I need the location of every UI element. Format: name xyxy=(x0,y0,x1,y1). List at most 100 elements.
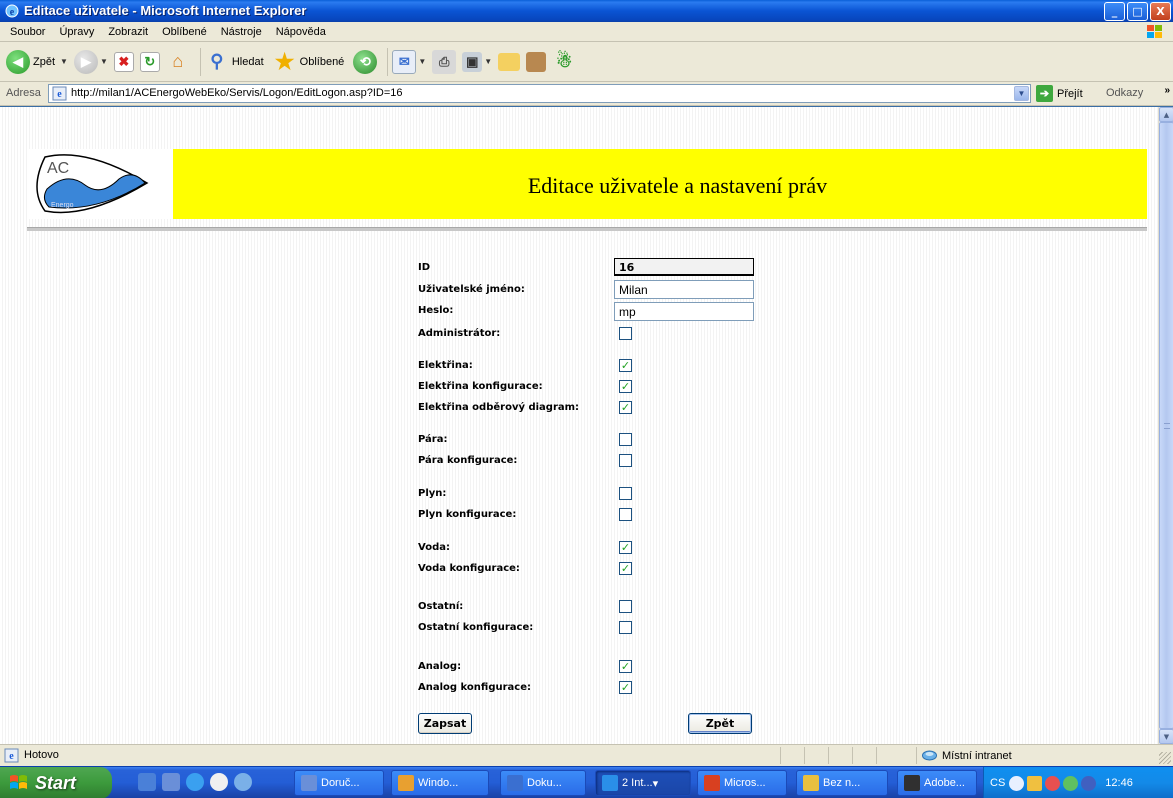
search-label: Hledat xyxy=(231,55,264,68)
task-app-icon xyxy=(602,775,618,791)
password-input[interactable]: mp xyxy=(614,302,754,321)
taskbar-button[interactable]: Micros... xyxy=(697,770,787,796)
permission-checkbox[interactable]: ✓ xyxy=(619,380,632,393)
username-input[interactable]: Milan xyxy=(614,280,754,299)
start-button[interactable]: Start xyxy=(0,767,112,798)
save-button[interactable]: Zapsat xyxy=(418,713,472,734)
id-label: ID xyxy=(418,262,431,273)
start-label: Start xyxy=(35,772,77,793)
messenger-button[interactable]: ☃ xyxy=(552,45,576,79)
permission-checkbox[interactable]: ✓ xyxy=(619,541,632,554)
menu-tools[interactable]: Nástroje xyxy=(215,26,270,38)
permission-checkbox[interactable]: ✓ xyxy=(619,681,632,694)
permission-checkbox[interactable] xyxy=(619,454,632,467)
favorites-button[interactable]: ★ Oblíbené xyxy=(273,45,348,79)
menu-view[interactable]: Zobrazit xyxy=(102,26,156,38)
tray-volume-icon[interactable] xyxy=(1081,775,1097,791)
quicklaunch-media-icon[interactable] xyxy=(210,773,228,791)
stop-button[interactable]: ✖ xyxy=(113,45,134,79)
address-dropdown-icon[interactable]: ▼ xyxy=(1014,86,1029,101)
permission-checkbox[interactable] xyxy=(619,327,632,340)
forward-dropdown-icon[interactable]: ▼ xyxy=(100,57,108,66)
permission-checkbox[interactable]: ✓ xyxy=(619,359,632,372)
status-cell xyxy=(780,747,804,764)
history-button[interactable]: ⟲ xyxy=(353,45,378,79)
forward-button[interactable]: ▶ ▼ xyxy=(73,45,108,79)
links-more-chevron[interactable]: » xyxy=(1164,85,1170,96)
permission-checkbox[interactable] xyxy=(619,487,632,500)
permission-checkbox[interactable]: ✓ xyxy=(619,660,632,673)
security-zone[interactable]: Místní intranet xyxy=(916,747,1156,764)
menu-help[interactable]: Nápověda xyxy=(270,26,334,38)
permission-label: Administrátor: xyxy=(418,328,501,339)
permission-label: Ostatní: xyxy=(418,601,464,612)
menu-favorites[interactable]: Oblíbené xyxy=(156,26,215,38)
taskbar-button[interactable]: Bez n... xyxy=(796,770,888,796)
search-button[interactable]: ⚲ Hledat xyxy=(205,45,267,79)
links-label[interactable]: Odkazy xyxy=(1106,87,1143,99)
mail-dropdown-icon[interactable]: ▼ xyxy=(418,57,426,66)
checkmark-icon: ✓ xyxy=(620,660,631,673)
edit-button[interactable]: ▣ ▼ xyxy=(462,45,492,79)
permission-checkbox[interactable] xyxy=(619,621,632,634)
research-button[interactable] xyxy=(526,45,547,79)
resize-grip-icon[interactable] xyxy=(1159,752,1171,764)
tray-msn-icon[interactable] xyxy=(1063,775,1079,791)
language-indicator[interactable]: CS xyxy=(990,777,1005,789)
taskbar-button[interactable]: Doku... xyxy=(500,770,586,796)
task-label: Doruč... xyxy=(321,777,360,789)
permission-checkbox[interactable]: ✓ xyxy=(619,562,632,575)
refresh-button[interactable]: ↻ xyxy=(139,45,160,79)
address-input[interactable]: e http://milan1/ACEnergoWebEko/Servis/Lo… xyxy=(48,84,1031,103)
checkmark-icon: ✓ xyxy=(620,562,631,575)
task-app-icon xyxy=(301,775,317,791)
quicklaunch-word-icon[interactable] xyxy=(138,773,156,791)
taskbar-button[interactable]: Adobe... xyxy=(897,770,977,796)
go-button[interactable]: ➔ Přejít xyxy=(1036,85,1083,102)
permission-label: Pára: xyxy=(418,434,448,445)
scroll-down-icon[interactable]: ▼ xyxy=(1159,729,1173,744)
tray-network-icon[interactable] xyxy=(1027,775,1043,791)
permission-label: Elektřina odběrový diagram: xyxy=(418,402,580,413)
tray-security-icon[interactable] xyxy=(1045,775,1061,791)
task-app-icon xyxy=(704,775,720,791)
minimize-button[interactable]: _ xyxy=(1104,2,1125,21)
permission-checkbox[interactable] xyxy=(619,433,632,446)
checkmark-icon: ✓ xyxy=(620,541,631,554)
print-button[interactable]: ⎙ xyxy=(432,45,457,79)
address-url: http://milan1/ACEnergoWebEko/Servis/Logo… xyxy=(71,87,403,99)
vertical-scrollbar[interactable]: ▲ ▼ xyxy=(1158,107,1173,744)
permission-checkbox[interactable]: ✓ xyxy=(619,401,632,414)
maximize-button[interactable]: □ xyxy=(1127,2,1148,21)
back-dropdown-icon[interactable]: ▼ xyxy=(60,57,68,66)
quicklaunch-ie-icon[interactable] xyxy=(186,773,204,791)
permission-checkbox[interactable] xyxy=(619,600,632,613)
scroll-up-icon[interactable]: ▲ xyxy=(1159,107,1173,122)
mail-button[interactable]: ✉ ▼ xyxy=(392,45,426,79)
clock[interactable]: 12:46 xyxy=(1105,777,1133,789)
checkmark-icon: ✓ xyxy=(620,359,631,372)
scroll-thumb[interactable] xyxy=(1159,122,1173,729)
permission-label: Elektřina: xyxy=(418,360,473,371)
back-button[interactable]: ◀ Zpět ▼ xyxy=(6,45,68,79)
page-done-icon: e xyxy=(4,748,19,763)
back-form-button[interactable]: Zpět xyxy=(688,713,752,734)
quicklaunch-desktop-icon[interactable] xyxy=(234,773,252,791)
taskbar-button[interactable]: Windo... xyxy=(391,770,489,796)
address-label: Adresa xyxy=(6,87,41,99)
window-title-bar[interactable]: e Editace uživatele - Microsoft Internet… xyxy=(0,0,1173,22)
permission-checkbox[interactable] xyxy=(619,508,632,521)
home-button[interactable]: ⌂ xyxy=(166,45,190,79)
taskbar-button[interactable]: Doruč... xyxy=(294,770,384,796)
tray-arrow-icon[interactable] xyxy=(1009,775,1025,791)
address-bar: Adresa e http://milan1/ACEnergoWebEko/Se… xyxy=(0,82,1173,106)
task-app-icon xyxy=(398,775,414,791)
folder-button[interactable] xyxy=(498,45,521,79)
close-button[interactable]: X xyxy=(1150,2,1171,21)
edit-dropdown-icon[interactable]: ▼ xyxy=(484,57,492,66)
taskbar-button[interactable]: 2 Int... ▾ xyxy=(595,770,691,796)
quicklaunch-outlook-icon[interactable] xyxy=(162,773,180,791)
menu-file[interactable]: Soubor xyxy=(4,26,53,38)
menu-edit[interactable]: Úpravy xyxy=(53,26,102,38)
checkmark-icon: ✓ xyxy=(620,681,631,694)
